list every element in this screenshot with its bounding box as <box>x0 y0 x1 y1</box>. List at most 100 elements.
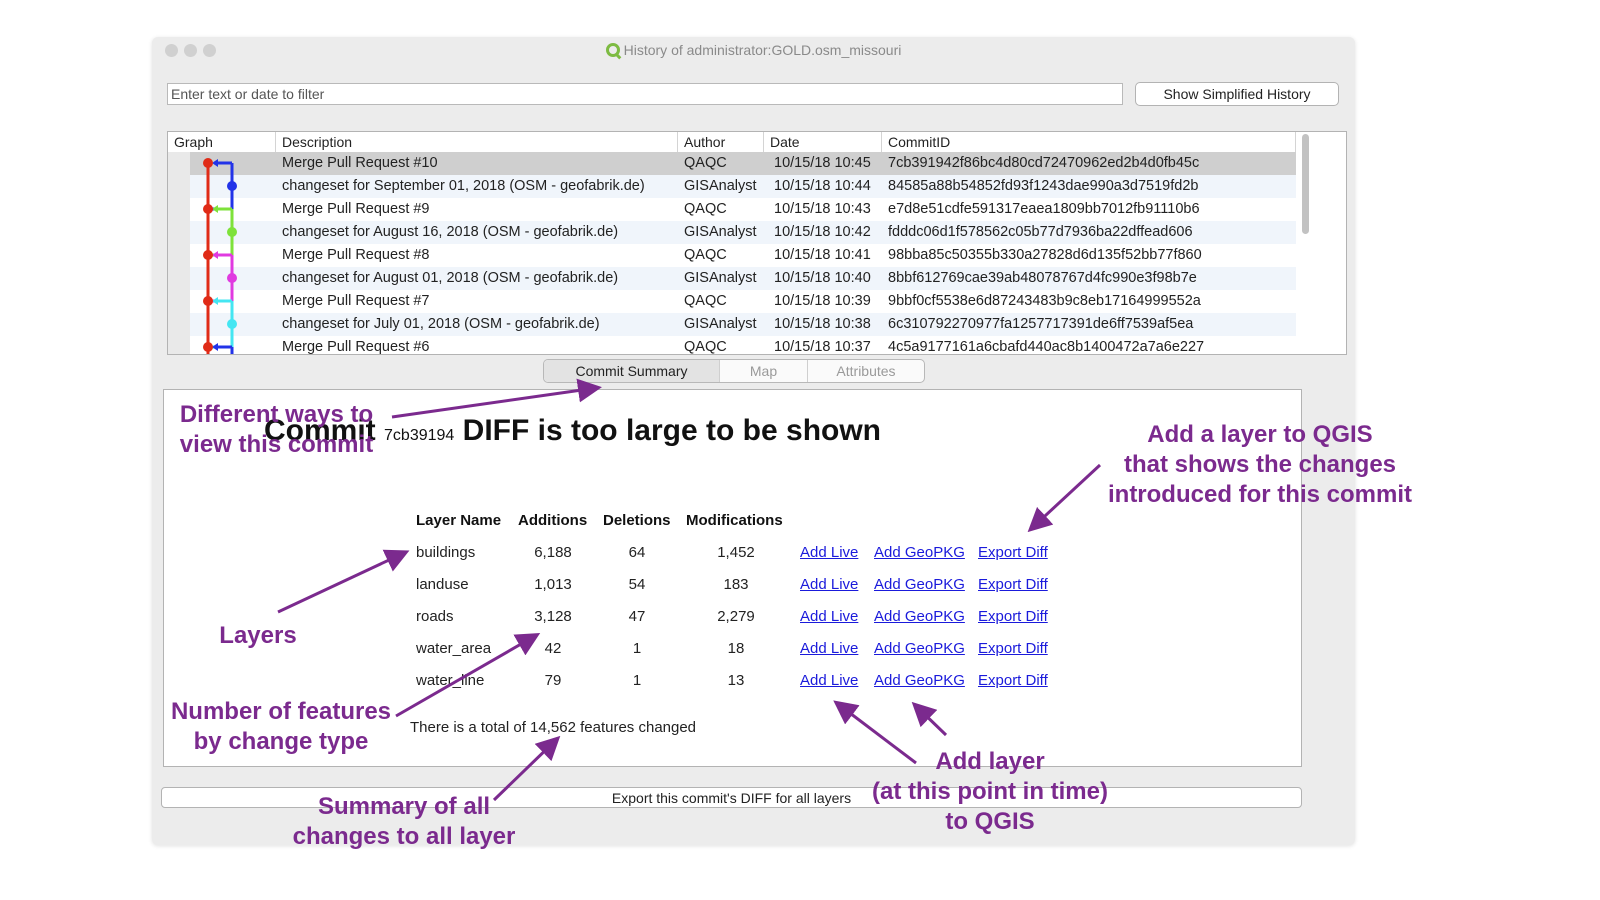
layer-additions: 42 <box>544 640 562 657</box>
table-row[interactable]: changeset for August 16, 2018 (OSM - geo… <box>168 221 1296 244</box>
table-row[interactable]: Merge Pull Request #9 QAQC 10/15/18 10:4… <box>168 198 1296 221</box>
add-geopkg-link[interactable]: Add GeoPKG <box>874 576 965 593</box>
row-commit-id: 98bba85c50355b330a27828d6d135f52bb77f860 <box>888 247 1202 263</box>
row-author: GISAnalyst <box>684 224 757 240</box>
add-live-link[interactable]: Add Live <box>800 576 858 593</box>
row-date: 10/15/18 10:44 <box>774 178 871 194</box>
annotation-num-features-text: Number of features by change type <box>170 698 392 755</box>
layer-modifications: 13 <box>727 672 745 689</box>
row-author: QAQC <box>684 339 727 355</box>
graph-node <box>203 342 213 352</box>
add-live-link[interactable]: Add Live <box>800 544 858 561</box>
header-deletions: Deletions <box>603 512 671 529</box>
annotation-add-layer-time: Add layer (at this point in time) to QGI… <box>862 747 1118 837</box>
add-live-link[interactable]: Add Live <box>800 608 858 625</box>
header-layer-name: Layer Name <box>416 512 502 529</box>
row-date: 10/15/18 10:38 <box>774 316 871 332</box>
tab-map[interactable]: Map <box>720 360 808 382</box>
diff-message: DIFF is too large to be shown <box>462 414 882 447</box>
annotation-layers-text: Layers <box>219 622 297 649</box>
annotation-add-layer-changes: Add a layer to QGIS that shows the chang… <box>1096 420 1424 510</box>
export-diff-link[interactable]: Export Diff <box>978 672 1048 689</box>
table-row[interactable]: Merge Pull Request #7 QAQC 10/15/18 10:3… <box>168 290 1296 313</box>
row-date: 10/15/18 10:40 <box>774 270 871 286</box>
add-geopkg-link[interactable]: Add GeoPKG <box>874 544 965 561</box>
layer-deletions: 1 <box>632 640 642 657</box>
row-description: Merge Pull Request #10 <box>282 155 438 171</box>
add-geopkg-link[interactable]: Add GeoPKG <box>874 640 965 657</box>
filter-input[interactable] <box>167 83 1123 105</box>
layer-deletions: 1 <box>632 672 642 689</box>
row-commit-id: 8bbf612769cae39ab48078767d4fc990e3f98b7e <box>888 270 1197 286</box>
layer-additions: 79 <box>544 672 562 689</box>
row-description: changeset for July 01, 2018 (OSM - geofa… <box>282 316 600 332</box>
row-description: changeset for September 01, 2018 (OSM - … <box>282 178 645 194</box>
total-features-text: There is a total of 14,562 features chan… <box>410 719 697 736</box>
annotation-layers: Layers <box>208 621 308 651</box>
layer-name: water_line <box>416 672 485 689</box>
column-header-author[interactable]: Author <box>678 132 764 152</box>
row-commit-id: 9bbf0cf5538e6d87243483b9c8eb17164999552a <box>888 293 1201 309</box>
column-header-description[interactable]: Description <box>276 132 678 152</box>
export-diff-link[interactable]: Export Diff <box>978 544 1048 561</box>
add-geopkg-link[interactable]: Add GeoPKG <box>874 608 965 625</box>
column-header-date[interactable]: Date <box>764 132 882 152</box>
table-row[interactable]: Merge Pull Request #6 QAQC 10/15/18 10:3… <box>168 336 1296 355</box>
tab-commit-summary[interactable]: Commit Summary <box>544 360 720 382</box>
row-author: GISAnalyst <box>684 316 757 332</box>
add-geopkg-link[interactable]: Add GeoPKG <box>874 672 965 689</box>
row-date: 10/15/18 10:41 <box>774 247 871 263</box>
layer-modifications: 183 <box>723 576 749 593</box>
row-description: Merge Pull Request #7 <box>282 293 430 309</box>
layer-modifications: 18 <box>727 640 745 657</box>
layer-additions: 6,188 <box>534 544 572 561</box>
layer-modifications: 2,279 <box>717 608 755 625</box>
graph-node <box>227 319 237 329</box>
row-author: QAQC <box>684 247 727 263</box>
row-author: QAQC <box>684 293 727 309</box>
layer-name: roads <box>416 608 454 625</box>
column-header-commitid[interactable]: CommitID <box>882 132 1296 152</box>
row-commit-id: 6c310792270977fa1257717391de6ff7539af5ea <box>888 316 1194 332</box>
layer-deletions: 54 <box>628 576 646 593</box>
graph-node <box>203 250 213 260</box>
header-modifications: Modifications <box>686 512 783 529</box>
export-diff-link[interactable]: Export Diff <box>978 576 1048 593</box>
graph-node <box>227 227 237 237</box>
row-description: changeset for August 16, 2018 (OSM - geo… <box>282 224 619 240</box>
table-row[interactable]: Merge Pull Request #10 QAQC 10/15/18 10:… <box>168 152 1296 175</box>
layer-name: water_area <box>416 640 492 657</box>
graph-node <box>227 273 237 283</box>
tab-attributes[interactable]: Attributes <box>808 360 924 382</box>
row-date: 10/15/18 10:45 <box>774 155 871 171</box>
table-row[interactable]: changeset for July 01, 2018 (OSM - geofa… <box>168 313 1296 336</box>
annotation-add-layer-time-text: Add layer (at this point in time) to QGI… <box>872 748 1108 835</box>
table-row[interactable]: Merge Pull Request #8 QAQC 10/15/18 10:4… <box>168 244 1296 267</box>
column-header-graph[interactable]: Graph <box>168 132 276 152</box>
add-live-link[interactable]: Add Live <box>800 640 858 657</box>
row-description: Merge Pull Request #9 <box>282 201 430 217</box>
row-commit-id: 84585a88b54852fd93f1243dae990a3d7519fd2b <box>888 178 1199 194</box>
table-row[interactable]: changeset for September 01, 2018 (OSM - … <box>168 175 1296 198</box>
show-simplified-history-button[interactable]: Show Simplified History <box>1135 82 1339 106</box>
annotation-views-text: Different ways to view this commit <box>179 401 374 458</box>
vertical-scrollbar[interactable] <box>1302 134 1309 234</box>
view-tabs: Commit Summary Map Attributes <box>543 359 925 383</box>
qgis-logo-icon <box>605 43 620 57</box>
row-commit-id: e7d8e51cdfe591317eaea1809bb7012fb91110b6 <box>888 201 1200 217</box>
row-author: QAQC <box>684 201 727 217</box>
row-author: QAQC <box>684 155 727 171</box>
row-author: GISAnalyst <box>684 270 757 286</box>
row-date: 10/15/18 10:39 <box>774 293 871 309</box>
history-table: Graph Description Author Date CommitID M… <box>167 131 1347 355</box>
layer-additions: 3,128 <box>534 608 572 625</box>
layer-deletions: 64 <box>628 544 646 561</box>
add-live-link[interactable]: Add Live <box>800 672 858 689</box>
layer-name: landuse <box>416 576 469 593</box>
header-additions: Additions <box>518 512 588 529</box>
row-commit-id: 7cb391942f86bc4d80cd72470962ed2b4d0fb45c <box>888 155 1200 171</box>
table-row[interactable]: changeset for August 01, 2018 (OSM - geo… <box>168 267 1296 290</box>
export-diff-link[interactable]: Export Diff <box>978 608 1048 625</box>
export-diff-link[interactable]: Export Diff <box>978 640 1048 657</box>
title-bar: History of administrator:GOLD.osm_missou… <box>152 37 1355 63</box>
